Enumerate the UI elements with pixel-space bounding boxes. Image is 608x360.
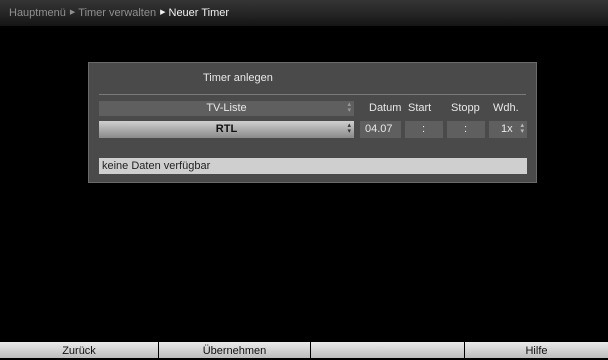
help-button[interactable]: Hilfe [465,342,608,358]
yellow-button[interactable] [311,342,464,358]
channel-selector[interactable]: RTL ▴ ▾ [99,121,354,138]
repeat-field[interactable]: 1x ▴ ▾ [489,121,527,138]
button-bar: Zurück Übernehmen Hilfe [0,342,608,358]
column-header-wdh: Wdh. [493,102,519,114]
channel-value: RTL [215,123,238,135]
apply-button[interactable]: Übernehmen [159,342,310,358]
repeat-value: 1x [501,123,513,135]
date-value: 04.07 [365,123,393,135]
column-header-stopp: Stopp [451,102,480,114]
up-down-arrow-icon: ▴ ▾ [347,101,351,114]
breadcrumb-arrow-icon: ▶ [160,9,166,16]
breadcrumb-item-new-timer: Neuer Timer [168,7,230,19]
breadcrumb-item-timer-manage[interactable]: Timer verwalten [78,7,156,19]
breadcrumb-arrow-icon: ▶ [69,9,76,16]
info-text: keine Daten verfügbar [102,160,211,172]
breadcrumb: Hauptmenü ▶ Timer verwalten ▶ Neuer Time… [0,0,608,26]
up-down-arrow-icon: ▴ ▾ [347,122,351,135]
breadcrumb-item-main-menu[interactable]: Hauptmenü [9,7,66,19]
column-header-start: Start [408,102,432,114]
column-header-datum: Datum [369,102,402,114]
start-time-value: : [422,123,426,135]
stop-time-field[interactable]: : [447,121,485,138]
channel-list-selector[interactable]: TV-Liste ▴ ▾ [99,101,354,116]
divider [99,94,526,95]
stop-time-value: : [464,123,468,135]
start-time-field[interactable]: : [405,121,443,138]
dialog-title: Timer anlegen [203,72,273,84]
back-button[interactable]: Zurück [0,342,158,358]
info-bar: keine Daten verfügbar [99,158,527,174]
channel-list-label: TV-Liste [206,102,247,114]
timer-dialog: Timer anlegen TV-Liste ▴ ▾ RTL ▴ ▾ Datum S… [88,62,537,183]
up-down-arrow-icon: ▴ ▾ [520,122,524,135]
date-field[interactable]: 04.07 [360,121,401,138]
